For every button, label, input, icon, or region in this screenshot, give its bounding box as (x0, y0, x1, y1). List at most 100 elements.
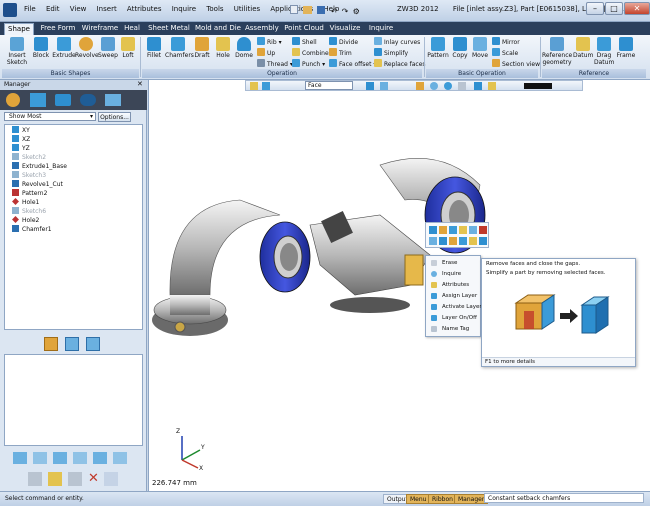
shell-button[interactable]: Shell (292, 37, 317, 46)
mini-tool-11-icon[interactable] (469, 237, 477, 245)
tab-assembly[interactable]: Assembly (245, 23, 279, 35)
wireframe-icon[interactable] (488, 82, 496, 90)
tab-inquire[interactable]: Inquire (367, 23, 395, 35)
delete-icon[interactable]: ✕ (88, 471, 99, 486)
shading-icon[interactable] (474, 82, 482, 90)
pan-icon[interactable] (458, 82, 466, 90)
tree-item-extrude1-base[interactable]: Extrude1_Base (12, 162, 67, 170)
zoom-all-icon[interactable] (416, 82, 424, 90)
revolve-button[interactable]: Revolve (75, 37, 99, 59)
menu-view[interactable]: View (70, 5, 87, 13)
fillet-button[interactable]: Fillet (144, 37, 164, 59)
next-step-icon[interactable] (73, 452, 87, 464)
status-tab-ribbon[interactable]: Ribbon (428, 494, 457, 504)
menu-item-attributes[interactable]: Attributes (428, 280, 480, 290)
mini-tool-1-icon[interactable] (429, 226, 437, 234)
tree-item-xy[interactable]: XY (12, 126, 30, 134)
selection-filter-dropdown[interactable]: Face (305, 81, 353, 90)
draft-button[interactable]: Draft (192, 37, 212, 59)
tree-view-icon[interactable] (44, 337, 58, 351)
menu-insert[interactable]: Insert (97, 5, 117, 13)
history-icon[interactable] (6, 93, 20, 107)
tree-item-sketch2[interactable]: Sketch2 (12, 153, 46, 161)
inlay-curves-button[interactable]: Inlay curves (374, 37, 420, 46)
color-swatch-icon[interactable] (524, 83, 552, 89)
layers-icon[interactable] (55, 94, 71, 106)
mirror-button[interactable]: Mirror (492, 37, 520, 46)
menu-item-inquire[interactable]: Inquire (428, 269, 480, 279)
manager-filter-dropdown[interactable]: Show Most ▾ (4, 112, 96, 121)
up-button[interactable]: Up (257, 48, 275, 57)
view-orientation-icon[interactable] (380, 82, 388, 90)
extrude-button[interactable]: Extrude (52, 37, 76, 59)
combine-button[interactable]: Combine (292, 48, 329, 57)
drag-datum-button[interactable]: Drag Datum (594, 37, 614, 66)
move-button[interactable]: Move (471, 37, 489, 59)
view-icon[interactable] (80, 94, 96, 106)
select-filter-icon[interactable] (250, 82, 258, 90)
close-button[interactable]: ✕ (624, 2, 650, 15)
undo-icon[interactable]: ↶ (331, 7, 338, 16)
menu-item-activate-layer[interactable]: Activate Layer (428, 302, 482, 312)
reference-geometry-button[interactable]: Reference geometry (542, 37, 572, 66)
trim-button[interactable]: Trim (329, 48, 352, 57)
menu-item-assign-layer[interactable]: Assign Layer (428, 291, 480, 301)
mini-tool-6-icon[interactable] (479, 226, 487, 234)
maximize-button[interactable]: □ (605, 2, 623, 15)
section-view-button[interactable]: Section view (492, 59, 540, 68)
menu-utilities[interactable]: Utilities (234, 5, 260, 13)
last-step-icon[interactable] (93, 452, 107, 464)
block-button[interactable]: Block (30, 37, 52, 59)
redo-icon[interactable]: ↷ (342, 7, 349, 16)
link-icon[interactable] (28, 472, 42, 486)
mini-tool-2-icon[interactable] (439, 226, 447, 234)
frame-button[interactable]: Frame (616, 37, 636, 59)
tree-item-chamfer1[interactable]: Chamfer1 (12, 225, 52, 233)
replace-faces-button[interactable]: Replace faces (374, 59, 426, 68)
tab-point-cloud[interactable]: Point Cloud (283, 23, 325, 35)
open-icon[interactable] (303, 6, 313, 14)
hole-button[interactable]: Hole (214, 37, 232, 59)
mini-tool-12-icon[interactable] (479, 237, 487, 245)
manager-options-button[interactable]: Options... (98, 112, 131, 122)
sweep-button[interactable]: Sweep (97, 37, 119, 59)
tab-heal[interactable]: Heal (122, 23, 142, 35)
tab-mold-and-die[interactable]: Mold and Die (195, 23, 241, 35)
zoom-icon[interactable] (430, 82, 438, 90)
tab-shape[interactable]: Shape (4, 23, 34, 35)
insert-sketch-button[interactable]: Insert Sketch (6, 37, 28, 66)
previous-step-icon[interactable] (33, 452, 47, 464)
first-step-icon[interactable] (13, 452, 27, 464)
assembly-icon[interactable] (30, 93, 46, 107)
pattern-button[interactable]: Pattern (427, 37, 449, 59)
save-icon[interactable] (317, 6, 326, 14)
dome-button[interactable]: Dome (234, 37, 254, 59)
menu-attributes[interactable]: Attributes (127, 5, 162, 13)
tab-free-form[interactable]: Free Form (38, 23, 78, 35)
menu-tools[interactable]: Tools (206, 5, 223, 13)
menu-item-layer-on-off[interactable]: Layer On/Off (428, 313, 480, 323)
mini-tool-3-icon[interactable] (449, 226, 457, 234)
edit-icon[interactable] (68, 472, 82, 486)
tab-sheet-metal[interactable]: Sheet Metal (148, 23, 190, 35)
scale-button[interactable]: Scale (492, 48, 518, 57)
punch-button[interactable]: Punch ▾ (292, 59, 325, 68)
status-tab-menu[interactable]: Menu (406, 494, 431, 504)
settings-icon[interactable]: ⚙ (353, 7, 360, 16)
menu-inquire[interactable]: Inquire (172, 5, 196, 13)
properties-icon[interactable] (104, 472, 118, 486)
copy-button[interactable]: Copy (451, 37, 469, 59)
menu-file[interactable]: File (24, 5, 36, 13)
render-mode-icon[interactable] (366, 82, 374, 90)
display-icon[interactable] (105, 94, 121, 106)
mini-tool-8-icon[interactable] (439, 237, 447, 245)
manager-close-icon[interactable]: ✕ (137, 80, 143, 88)
face-offset-button[interactable]: Face offset ▾ (329, 59, 376, 68)
tree-item-sketch6[interactable]: Sketch6 (12, 207, 46, 215)
tree-item-xz[interactable]: XZ (12, 135, 30, 143)
menu-edit[interactable]: Edit (46, 5, 60, 13)
mini-tool-10-icon[interactable] (459, 237, 467, 245)
tree-item-revolve1-cut[interactable]: Revolve1_Cut (12, 180, 63, 188)
loft-button[interactable]: Loft (118, 37, 138, 59)
menu-item-erase[interactable]: Erase (428, 258, 480, 268)
